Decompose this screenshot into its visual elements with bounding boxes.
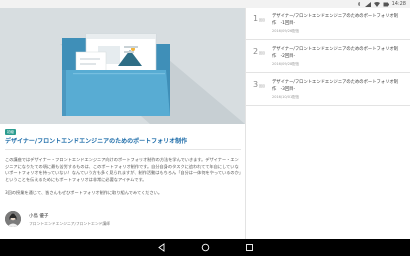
lesson-unit: 回目 xyxy=(259,84,266,88)
lesson-title: デザイナー/フロントエンドエンジニアのためのポートフォリオ制作 -2回目- xyxy=(272,47,398,59)
author-role: フロントエンドエンジニア/フロントエンド講師 xyxy=(29,221,111,226)
bluetooth-icon xyxy=(356,1,362,7)
author-name: 小島 優子 xyxy=(29,214,49,219)
title-divider xyxy=(5,149,241,150)
list-item[interactable]: 3 回目 デザイナー/フロントエンドエンジニアのためのポートフォリオ制作 -3回… xyxy=(246,74,410,106)
article-title: デザイナー/フロントエンドエンジニアのためのポートフォリオ制作 xyxy=(5,138,188,145)
lesson-date: 2016/09/26配信 xyxy=(272,29,300,33)
wifi-icon xyxy=(373,1,380,7)
lesson-number: 1 xyxy=(253,14,259,23)
recents-icon[interactable] xyxy=(245,243,254,252)
list-item[interactable]: 1 回目 デザイナー/フロントエンドエンジニアのためのポートフォリオ制作 -1回… xyxy=(246,8,410,40)
hero-image xyxy=(0,8,245,124)
lesson-number: 3 xyxy=(253,80,259,89)
article-note: 3回の授業を通じて、皆さんもぜひポートフォリオ制作に取り組んでみてください。 xyxy=(5,190,163,195)
signal-icon xyxy=(364,1,371,7)
lesson-title: デザイナー/フロントエンドエンジニアのためのポートフォリオ制作 -3回目- xyxy=(272,80,398,92)
lesson-number: 2 xyxy=(253,47,259,56)
avatar[interactable] xyxy=(5,211,21,227)
article-description: この講座ではデザイナー・フロントエンドエンジニア向けのポートフォリオ制作の方法を… xyxy=(5,157,241,182)
lesson-title: デザイナー/フロントエンドエンジニアのためのポートフォリオ制作 -1回目- xyxy=(272,14,398,26)
battery-icon xyxy=(383,2,389,7)
lesson-date: 2016/10/01配信 xyxy=(272,95,300,99)
lesson-date: 2016/09/28配信 xyxy=(272,62,300,66)
lesson-list: 1 回目 デザイナー/フロントエンドエンジニアのためのポートフォリオ制作 -1回… xyxy=(246,8,410,239)
status-bar: 14:28 xyxy=(0,0,410,8)
back-icon[interactable] xyxy=(157,243,166,252)
home-icon[interactable] xyxy=(201,243,210,252)
list-item[interactable]: 2 回目 デザイナー/フロントエンドエンジニアのためのポートフォリオ制作 -2回… xyxy=(246,41,410,73)
navigation-bar xyxy=(0,239,410,256)
status-time: 14:28 xyxy=(391,1,406,7)
lesson-unit: 回目 xyxy=(259,18,266,22)
level-badge: 初級 xyxy=(5,129,16,135)
lesson-unit: 回目 xyxy=(259,51,266,55)
article-pane: 初級 デザイナー/フロントエンドエンジニアのためのポートフォリオ制作 この講座で… xyxy=(0,8,245,239)
